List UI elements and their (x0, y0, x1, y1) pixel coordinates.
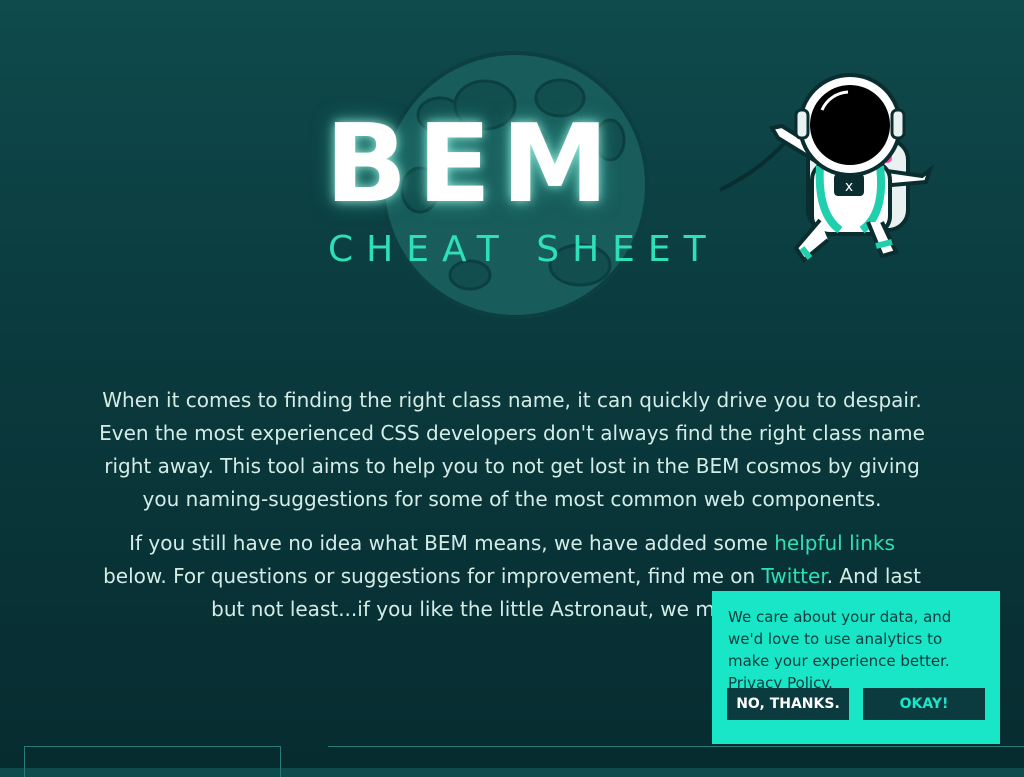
divider-line (328, 746, 1024, 747)
cookie-text: We care about your data, and we'd love t… (728, 608, 952, 670)
page-subtitle: CHEAT SHEET (328, 229, 719, 270)
content-card-left (24, 746, 281, 777)
cookie-banner: We care about your data, and we'd love t… (712, 591, 1000, 744)
intro-paragraph-1: When it comes to finding the right class… (99, 388, 925, 511)
intro-text: If you still have no idea what BEM means… (129, 531, 775, 555)
decline-button[interactable]: NO, THANKS. (727, 688, 849, 720)
helpful-links-link[interactable]: helpful links (774, 531, 895, 555)
hero: BEM CHEAT SHEET x (0, 0, 1024, 340)
cookie-buttons: NO, THANKS. OKAY! (727, 688, 985, 720)
intro-text: below. For questions or suggestions for … (103, 564, 762, 588)
svg-text:x: x (845, 179, 853, 195)
cookie-message: We care about your data, and we'd love t… (728, 606, 984, 694)
page-title: BEM (325, 102, 619, 227)
astronaut-illustration: x (719, 73, 934, 263)
accept-button[interactable]: OKAY! (863, 688, 985, 720)
twitter-link[interactable]: Twitter (762, 564, 827, 588)
